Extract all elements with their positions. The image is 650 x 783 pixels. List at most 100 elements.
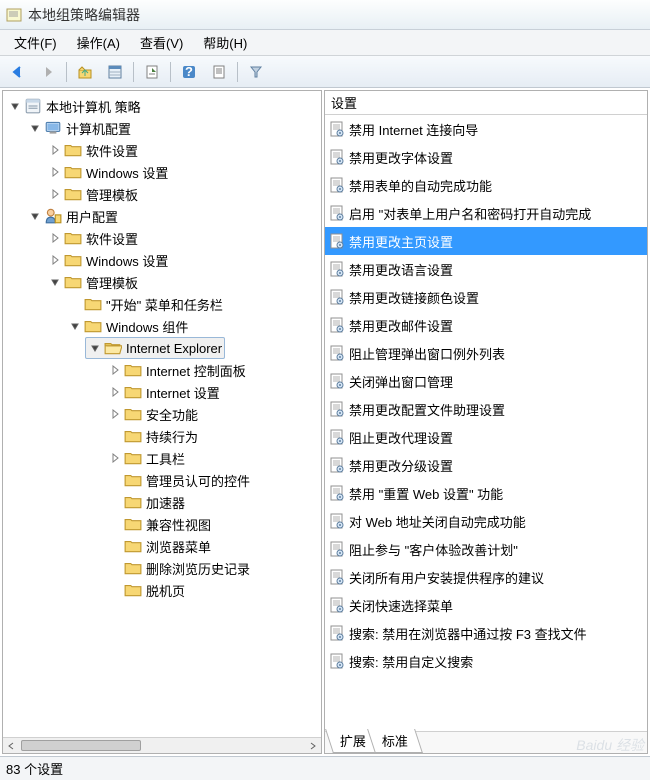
tree-item[interactable]: 兼容性视图 <box>105 513 214 535</box>
list-item[interactable]: 禁用 "重置 Web 设置" 功能 <box>325 479 647 507</box>
tree-item[interactable]: 管理员认可的控件 <box>105 469 253 491</box>
list-header[interactable]: 设置 <box>325 91 647 115</box>
caret-right-icon[interactable] <box>48 253 62 267</box>
tree-item[interactable]: 管理模板 <box>45 271 141 293</box>
list-item[interactable]: 阻止管理弹出窗口例外列表 <box>325 339 647 367</box>
folder-icon <box>124 361 142 379</box>
folder-icon <box>64 229 82 247</box>
list-item[interactable]: 禁用更改链接颜色设置 <box>325 283 647 311</box>
tree-item-label: 脱机页 <box>146 581 185 600</box>
policy-setting-icon <box>329 205 345 221</box>
menu-help[interactable]: 帮助(H) <box>193 31 257 54</box>
tree-item[interactable]: 工具栏 <box>105 447 188 469</box>
list-item[interactable]: 搜索: 禁用自定义搜索 <box>325 647 647 675</box>
list-item-label: 禁用 Internet 连接向导 <box>349 120 478 139</box>
caret-right-icon[interactable] <box>48 231 62 245</box>
list-item[interactable]: 禁用 Internet 连接向导 <box>325 115 647 143</box>
list-item-label: 搜索: 禁用自定义搜索 <box>349 652 473 671</box>
tree-item[interactable]: 管理模板 <box>45 183 141 205</box>
properties-button[interactable] <box>205 60 233 84</box>
tree-item-label: Windows 设置 <box>86 163 168 182</box>
caret-right-icon[interactable] <box>108 363 122 377</box>
folder-icon <box>124 493 142 511</box>
tree-item[interactable]: Windows 设置 <box>45 249 171 271</box>
tree-item[interactable]: 本地计算机 策略 <box>5 95 144 117</box>
tree-item[interactable]: Windows 设置 <box>45 161 171 183</box>
help-button[interactable]: ? <box>175 60 203 84</box>
list-item-label: 关闭弹出窗口管理 <box>349 372 453 391</box>
list-item[interactable]: 启用 "对表单上用户名和密码打开自动完成 <box>325 199 647 227</box>
caret-right-icon[interactable] <box>108 407 122 421</box>
scrollbar-thumb[interactable] <box>21 740 141 751</box>
menu-file[interactable]: 文件(F) <box>4 31 67 54</box>
tree-item[interactable]: 脱机页 <box>105 579 188 601</box>
list-view-button[interactable] <box>101 60 129 84</box>
caret-right-icon[interactable] <box>108 385 122 399</box>
tree-item-label: Windows 设置 <box>86 251 168 270</box>
caret-down-icon[interactable] <box>68 319 82 333</box>
scroll-right-icon[interactable] <box>305 738 321 753</box>
tree-item-label: Internet 设置 <box>146 383 220 402</box>
tree-item[interactable]: 计算机配置 <box>25 117 134 139</box>
tree-item[interactable]: Internet 控制面板 <box>105 359 249 381</box>
list-item[interactable]: 禁用更改字体设置 <box>325 143 647 171</box>
menu-view[interactable]: 查看(V) <box>130 31 193 54</box>
policy-setting-icon <box>329 597 345 613</box>
tree-item[interactable]: 安全功能 <box>105 403 201 425</box>
list-item[interactable]: 禁用更改语言设置 <box>325 255 647 283</box>
tab-standard[interactable]: 标准 <box>367 729 423 753</box>
list-item-label: 禁用更改语言设置 <box>349 260 453 279</box>
list-item[interactable]: 阻止参与 "客户体验改善计划" <box>325 535 647 563</box>
caret-down-icon[interactable] <box>8 99 22 113</box>
list-item[interactable]: 禁用更改配置文件助理设置 <box>325 395 647 423</box>
list-item[interactable]: 阻止更改代理设置 <box>325 423 647 451</box>
horizontal-scrollbar[interactable] <box>3 737 321 753</box>
tree-item[interactable]: 浏览器菜单 <box>105 535 214 557</box>
tree-item[interactable]: 用户配置 <box>25 205 121 227</box>
list-item[interactable]: 禁用表单的自动完成功能 <box>325 171 647 199</box>
tree[interactable]: 本地计算机 策略计算机配置软件设置Windows 设置管理模板用户配置软件设置W… <box>3 91 321 737</box>
forward-button[interactable] <box>34 60 62 84</box>
back-button[interactable] <box>4 60 32 84</box>
menu-action[interactable]: 操作(A) <box>67 31 130 54</box>
filter-button[interactable] <box>242 60 270 84</box>
caret-down-icon[interactable] <box>28 209 42 223</box>
scroll-left-icon[interactable] <box>3 738 19 753</box>
list-item[interactable]: 关闭快速选择菜单 <box>325 591 647 619</box>
folder-icon <box>124 383 142 401</box>
list-item[interactable]: 禁用更改邮件设置 <box>325 311 647 339</box>
tree-item[interactable]: "开始" 菜单和任务栏 <box>65 293 226 315</box>
tree-item[interactable]: 软件设置 <box>45 139 141 161</box>
tree-item[interactable]: Internet Explorer <box>85 337 225 359</box>
list-item-label: 阻止管理弹出窗口例外列表 <box>349 344 505 363</box>
policy-setting-icon <box>329 233 345 249</box>
list-item[interactable]: 搜索: 禁用在浏览器中通过按 F3 查找文件 <box>325 619 647 647</box>
tree-item[interactable]: 加速器 <box>105 491 188 513</box>
tree-item[interactable]: 删除浏览历史记录 <box>105 557 253 579</box>
caret-down-icon[interactable] <box>48 275 62 289</box>
list-item-label: 禁用 "重置 Web 设置" 功能 <box>349 484 503 503</box>
list-item[interactable]: 关闭所有用户安装提供程序的建议 <box>325 563 647 591</box>
list-item[interactable]: 禁用更改分级设置 <box>325 451 647 479</box>
list-item[interactable]: 关闭弹出窗口管理 <box>325 367 647 395</box>
caret-right-icon[interactable] <box>48 165 62 179</box>
caret-down-icon[interactable] <box>28 121 42 135</box>
column-header[interactable]: 设置 <box>331 93 357 112</box>
list-item[interactable]: 禁用更改主页设置 <box>325 227 647 255</box>
up-folder-button[interactable] <box>71 60 99 84</box>
tree-item-label: 软件设置 <box>86 229 138 248</box>
tree-item[interactable]: Windows 组件 <box>65 315 191 337</box>
caret-right-icon[interactable] <box>48 187 62 201</box>
export-button[interactable] <box>138 60 166 84</box>
tree-item-label: 兼容性视图 <box>146 515 211 534</box>
list-body[interactable]: 禁用 Internet 连接向导禁用更改字体设置禁用表单的自动完成功能启用 "对… <box>325 115 647 731</box>
tree-item[interactable]: 软件设置 <box>45 227 141 249</box>
caret-right-icon[interactable] <box>48 143 62 157</box>
list-item[interactable]: 对 Web 地址关闭自动完成功能 <box>325 507 647 535</box>
tree-item[interactable]: 持续行为 <box>105 425 201 447</box>
caret-down-icon[interactable] <box>88 341 102 355</box>
tree-item-label: 加速器 <box>146 493 185 512</box>
caret-right-icon[interactable] <box>108 451 122 465</box>
policy-setting-icon <box>329 457 345 473</box>
tree-item[interactable]: Internet 设置 <box>105 381 223 403</box>
